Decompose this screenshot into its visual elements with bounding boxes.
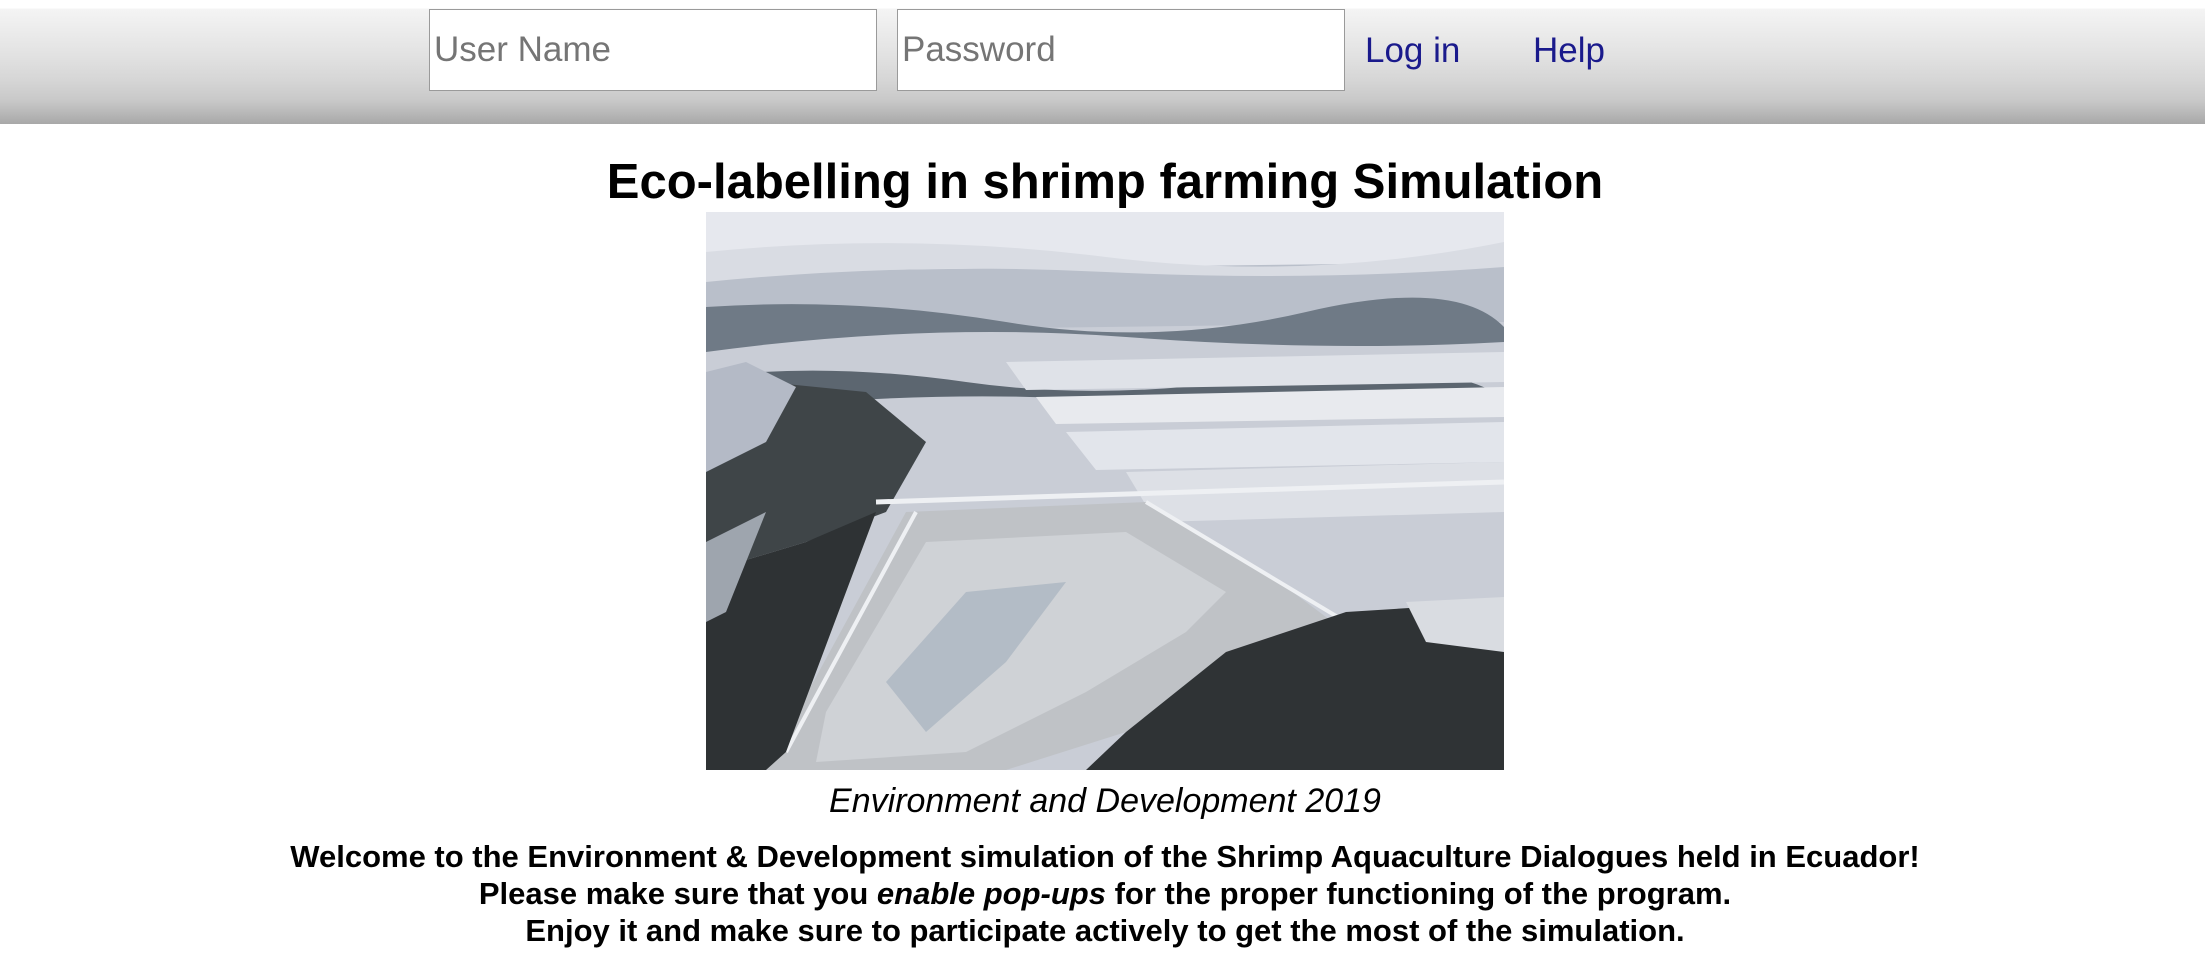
page-title: Eco-labelling in shrimp farming Simulati… xyxy=(606,155,1604,209)
welcome-line-2-start: Please make sure that you xyxy=(478,876,877,911)
login-bar: Log in Help xyxy=(0,0,2205,124)
username-input[interactable] xyxy=(429,9,877,91)
photo-caption: Environment and Development 2019 xyxy=(829,782,1381,820)
popup-emphasis: enable pop-ups xyxy=(876,876,1106,911)
welcome-line-2: Please make sure that you enable pop-ups… xyxy=(0,875,2205,912)
welcome-line-3: Enjoy it and make sure to participate ac… xyxy=(525,913,1685,948)
welcome-line-1: Welcome to the Environment & Development… xyxy=(290,839,1920,874)
login-link[interactable]: Log in xyxy=(1365,29,1460,73)
help-link[interactable]: Help xyxy=(1533,29,1605,73)
password-input[interactable] xyxy=(897,9,1345,91)
welcome-line-2-end: for the proper functioning of the progra… xyxy=(1105,876,1732,911)
welcome-message: Welcome to the Environment & Development… xyxy=(0,838,2205,949)
aerial-photo xyxy=(706,212,1504,770)
